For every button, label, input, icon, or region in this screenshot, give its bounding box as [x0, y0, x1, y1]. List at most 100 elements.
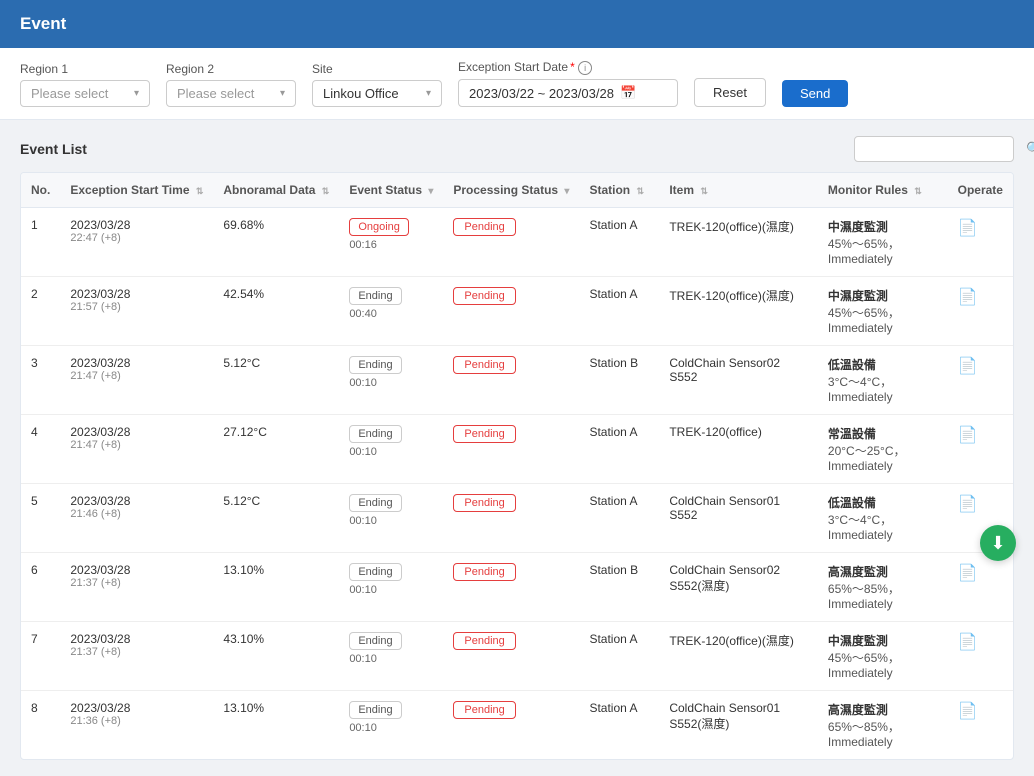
sort-monitor-icon[interactable]: ⇅: [914, 186, 922, 196]
cell-item: TREK-120(office): [659, 415, 818, 484]
operate-icon[interactable]: 📄: [958, 703, 978, 720]
cell-operate: 📄: [948, 622, 1013, 691]
cell-processing-status: Pending: [443, 415, 579, 484]
region2-select[interactable]: Please select ▾: [166, 80, 296, 107]
col-item: Item ⇅: [659, 173, 818, 208]
table-row: 3 2023/03/28 21:47 (+8) 5.12°C Ending 00…: [21, 346, 1013, 415]
cell-abnormal-data: 43.10%: [213, 622, 339, 691]
filter-processing-status-icon[interactable]: ▾: [564, 186, 569, 197]
cell-no: 2: [21, 277, 60, 346]
event-duration: 00:16: [349, 239, 433, 251]
cell-event-status: Ending 00:10: [339, 484, 443, 553]
cell-start-time: 2023/03/28 21:47 (+8): [60, 415, 213, 484]
operate-icon[interactable]: 📄: [958, 565, 978, 582]
region1-chevron-icon: ▾: [134, 88, 139, 99]
cell-monitor-rules: 中濕度監測 45%～65%， Immediately: [818, 622, 948, 691]
cell-abnormal-data: 42.54%: [213, 277, 339, 346]
operate-icon[interactable]: 📄: [958, 427, 978, 444]
processing-badge: Pending: [453, 701, 515, 719]
search-box[interactable]: 🔍: [854, 136, 1014, 162]
region1-select[interactable]: Please select ▾: [20, 80, 150, 107]
cell-no: 8: [21, 691, 60, 760]
site-chevron-icon: ▾: [426, 88, 431, 99]
site-value: Linkou Office: [323, 86, 399, 101]
event-list-title: Event List: [20, 141, 87, 157]
cell-monitor-rules: 中濕度監測 45%～65%， Immediately: [818, 277, 948, 346]
cell-operate: 📄: [948, 346, 1013, 415]
cell-station: Station A: [579, 622, 659, 691]
date-range-value: 2023/03/22 ~ 2023/03/28: [469, 86, 614, 101]
send-button[interactable]: Send: [782, 80, 848, 107]
processing-badge: Pending: [453, 356, 515, 374]
cell-event-status: Ending 00:10: [339, 622, 443, 691]
cell-item: TREK-120(office)(濕度): [659, 622, 818, 691]
cell-operate: 📄: [948, 691, 1013, 760]
cell-item: ColdChain Sensor02 S552(濕度): [659, 553, 818, 622]
cell-abnormal-data: 13.10%: [213, 553, 339, 622]
region1-value: Please select: [31, 86, 108, 101]
cell-station: Station A: [579, 484, 659, 553]
processing-badge: Pending: [453, 494, 515, 512]
cell-item: ColdChain Sensor01 S552(濕度): [659, 691, 818, 760]
event-table: No. Exception Start Time ⇅ Abnoramal Dat…: [21, 173, 1013, 759]
operate-icon[interactable]: 📄: [958, 496, 978, 513]
table-row: 2 2023/03/28 21:57 (+8) 42.54% Ending 00…: [21, 277, 1013, 346]
cell-processing-status: Pending: [443, 691, 579, 760]
cell-start-time: 2023/03/28 22:47 (+8): [60, 208, 213, 277]
cell-operate: 📄: [948, 208, 1013, 277]
cell-no: 7: [21, 622, 60, 691]
operate-icon[interactable]: 📄: [958, 220, 978, 237]
event-duration: 00:10: [349, 377, 433, 389]
operate-icon[interactable]: 📄: [958, 358, 978, 375]
download-button[interactable]: ⬇: [980, 525, 1016, 561]
status-badge-ongoing: Ongoing: [349, 218, 409, 236]
operate-icon[interactable]: 📄: [958, 289, 978, 306]
cell-item: TREK-120(office)(濕度): [659, 277, 818, 346]
cell-station: Station B: [579, 553, 659, 622]
table-row: 6 2023/03/28 21:37 (+8) 13.10% Ending 00…: [21, 553, 1013, 622]
cell-processing-status: Pending: [443, 277, 579, 346]
cell-abnormal-data: 69.68%: [213, 208, 339, 277]
cell-item: TREK-120(office)(濕度): [659, 208, 818, 277]
col-abnormal-data: Abnoramal Data ⇅: [213, 173, 339, 208]
processing-badge: Pending: [453, 425, 515, 443]
status-badge-ending: Ending: [349, 701, 401, 719]
cell-start-time: 2023/03/28 21:47 (+8): [60, 346, 213, 415]
info-icon[interactable]: i: [578, 61, 592, 75]
processing-badge: Pending: [453, 287, 515, 305]
operate-icon[interactable]: 📄: [958, 634, 978, 651]
cell-abnormal-data: 5.12°C: [213, 346, 339, 415]
sort-start-time-icon[interactable]: ⇅: [196, 186, 204, 196]
sort-item-icon[interactable]: ⇅: [700, 186, 708, 196]
search-input[interactable]: [865, 142, 1020, 156]
site-select[interactable]: Linkou Office ▾: [312, 80, 442, 107]
cell-operate: 📄: [948, 277, 1013, 346]
cell-station: Station A: [579, 415, 659, 484]
event-duration: 00:10: [349, 446, 433, 458]
region2-chevron-icon: ▾: [280, 88, 285, 99]
calendar-icon: 📅: [620, 85, 636, 101]
page-header: Event: [0, 0, 1034, 48]
cell-no: 5: [21, 484, 60, 553]
sort-abnormal-icon[interactable]: ⇅: [322, 186, 330, 196]
cell-processing-status: Pending: [443, 208, 579, 277]
cell-event-status: Ongoing 00:16: [339, 208, 443, 277]
reset-button[interactable]: Reset: [694, 78, 766, 107]
filter-event-status-icon[interactable]: ▾: [428, 186, 433, 197]
cell-monitor-rules: 高濕度監測 65%～85%， Immediately: [818, 691, 948, 760]
date-range-input[interactable]: 2023/03/22 ~ 2023/03/28 📅: [458, 79, 678, 107]
col-no: No.: [21, 173, 60, 208]
cell-abnormal-data: 27.12°C: [213, 415, 339, 484]
table-row: 5 2023/03/28 21:46 (+8) 5.12°C Ending 00…: [21, 484, 1013, 553]
cell-processing-status: Pending: [443, 484, 579, 553]
table-row: 8 2023/03/28 21:36 (+8) 13.10% Ending 00…: [21, 691, 1013, 760]
cell-start-time: 2023/03/28 21:57 (+8): [60, 277, 213, 346]
sort-station-icon[interactable]: ⇅: [636, 186, 644, 196]
cell-event-status: Ending 00:40: [339, 277, 443, 346]
exception-date-group: Exception Start Date* i 2023/03/22 ~ 202…: [458, 60, 678, 107]
filter-bar: Region 1 Please select ▾ Region 2 Please…: [0, 48, 1034, 120]
cell-station: Station B: [579, 346, 659, 415]
col-operate: Operate: [948, 173, 1013, 208]
processing-badge: Pending: [453, 563, 515, 581]
cell-event-status: Ending 00:10: [339, 553, 443, 622]
